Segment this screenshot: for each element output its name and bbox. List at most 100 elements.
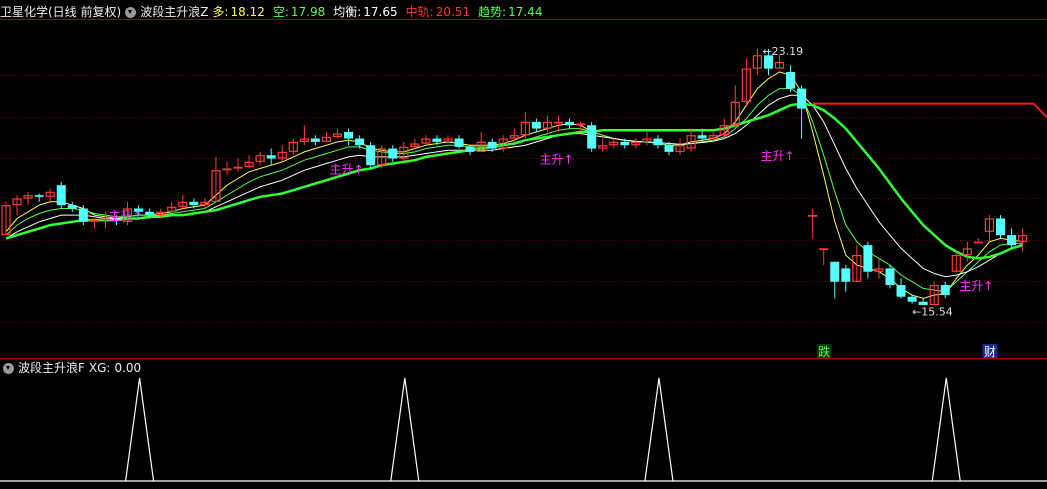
candle-76 [841, 265, 851, 292]
badge-0: 跌 [816, 344, 832, 359]
sub-indicator-name: 波段主升浪F [18, 361, 85, 375]
candle-body [366, 145, 376, 166]
candle-74 [819, 248, 829, 266]
candle-body [797, 88, 807, 109]
candle-38 [421, 135, 431, 146]
candle-body [266, 155, 276, 159]
candle-body [465, 146, 475, 152]
candle-19 [211, 156, 221, 202]
candle-90 [996, 215, 1005, 239]
candle-body [78, 208, 88, 222]
candle-body [355, 138, 365, 146]
candle-57 [631, 138, 641, 149]
candle-4 [45, 188, 55, 202]
candle-71 [786, 65, 796, 92]
candle-body [344, 131, 354, 139]
candle-84 [929, 281, 939, 306]
badge-text: 财 [984, 345, 996, 359]
line-qushi [5, 102, 1023, 260]
candle-body [819, 248, 829, 251]
candle-body [67, 205, 77, 209]
candle-28 [310, 135, 320, 146]
indicator-value-1: 17.98 [290, 5, 326, 19]
candle-body [996, 218, 1005, 236]
signal-label-0: 主升↑ [109, 209, 143, 223]
candle-20 [222, 161, 232, 176]
stock-title: 卫星化学(日线 前复权) [0, 5, 122, 19]
candle-3 [34, 193, 44, 202]
candle-body [1007, 235, 1017, 246]
candle-body [454, 138, 464, 147]
chart-stage: 主升↑ 主升↑ 主升↑ 主升↑ 主升↑ ←23.19 ←15.54 跌 财 卫星化学(日线 前复… [0, 0, 1047, 485]
candle-30 [332, 128, 343, 139]
sub-indicator-panel [0, 377, 1047, 482]
candle-59 [653, 135, 663, 149]
candle-body [620, 141, 630, 146]
candle-2 [23, 191, 33, 206]
candle-67 [741, 58, 751, 106]
candle-41 [454, 135, 464, 149]
candle-body [575, 123, 586, 126]
candle-body [907, 296, 917, 302]
candle-body [531, 121, 541, 129]
indicator-values: 多: 18.12 空: 17.98 均衡: 17.65 中轨: 20.51 趋势: 17.44 [212, 3, 550, 21]
candle-1 [12, 195, 22, 216]
candle-66 [730, 85, 740, 129]
candle-body [56, 185, 66, 206]
candle-body [885, 268, 895, 286]
candle-body [310, 138, 320, 142]
candle-24 [266, 148, 276, 166]
signal-label-3: 主升↑ [760, 149, 794, 163]
candle-body [388, 148, 398, 159]
indicator-label-4: 趋势: [478, 5, 507, 19]
xg-spike-1 [390, 377, 420, 482]
candle-23 [255, 151, 265, 166]
sub-indicator-dropdown-icon[interactable] [3, 362, 14, 374]
xg-spike-0 [125, 377, 155, 482]
candle-body [664, 145, 674, 152]
candles [1, 48, 1028, 306]
candle-46 [509, 128, 519, 142]
candle-body [808, 215, 818, 217]
candle-5 [56, 181, 66, 209]
candle-body [189, 201, 199, 206]
candle-86 [951, 251, 961, 272]
candle-body [222, 168, 232, 171]
indicator-value-2: 17.65 [363, 5, 398, 19]
main-header: 卫星化学(日线 前复权) 波段主升浪Z 多: 18.12 空: 17.98 均衡: 17.… [0, 3, 554, 21]
candle-51 [565, 118, 575, 129]
signal-label-4: 主升↑ [959, 279, 993, 293]
candle-27 [299, 125, 309, 146]
price-marker-1: ←15.54 [912, 306, 953, 319]
indicator-lines [5, 71, 1047, 299]
indicator-dropdown-icon[interactable] [125, 6, 137, 18]
candle-62 [686, 128, 696, 152]
candle-body [896, 285, 906, 297]
candle-0 [1, 201, 11, 236]
candle-31 [344, 128, 354, 146]
candle-body [553, 121, 564, 124]
badge-1: 财 [982, 344, 998, 359]
line-zhonggui [812, 102, 1047, 118]
candle-73 [808, 208, 818, 239]
candle-body [89, 220, 100, 222]
candle-91 [1007, 228, 1017, 249]
xg-value: 0.00 [114, 361, 142, 375]
signal-label-1: 主升↑ [330, 163, 364, 177]
candle-body [786, 71, 796, 89]
candle-37 [410, 138, 420, 149]
candle-22 [244, 155, 254, 169]
candle-47 [520, 111, 530, 139]
candle-29 [321, 131, 332, 142]
candle-79 [874, 258, 884, 279]
candle-body [587, 125, 597, 149]
sub-header: 波段主升浪F XG: 0.00 [0, 359, 145, 377]
candle-35 [388, 145, 398, 162]
candle-87 [962, 241, 972, 262]
candle-body [973, 241, 984, 244]
candle-58 [642, 131, 652, 146]
candle-61 [675, 138, 685, 156]
candle-89 [984, 215, 995, 242]
candle-40 [443, 135, 453, 142]
candle-80 [885, 265, 895, 289]
